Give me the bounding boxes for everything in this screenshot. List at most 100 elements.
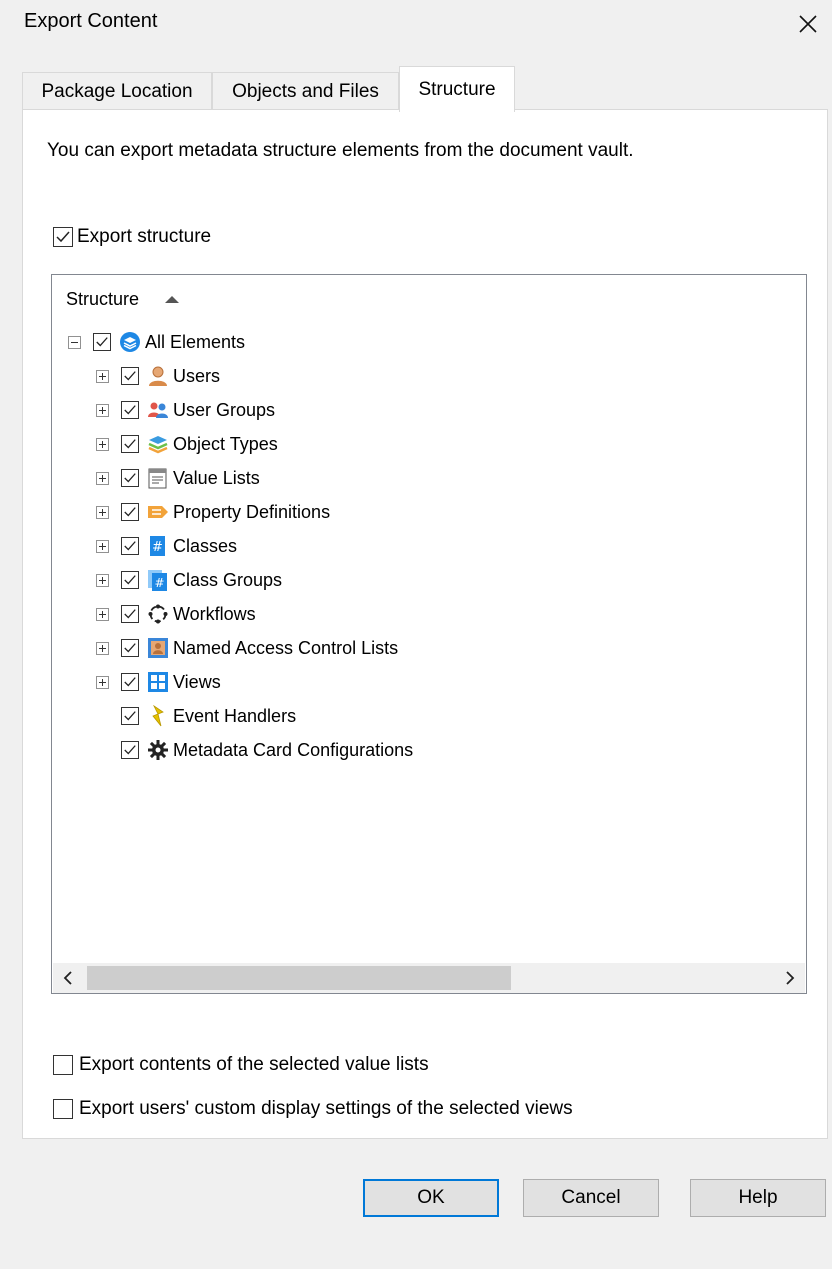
cancel-button[interactable]: Cancel [523,1179,659,1217]
expand-toggle[interactable] [96,573,109,587]
expand-toggle[interactable] [96,471,109,485]
ok-button[interactable]: OK [363,1179,499,1217]
tree-node-label: User Groups [173,399,276,420]
tree-item-users[interactable]: Users [96,361,220,391]
tree-node-label: Class Groups [173,569,283,590]
expand-toggle[interactable] [96,369,109,383]
tree-checkbox[interactable] [121,367,139,385]
checkmark-icon [124,575,136,585]
tree-node-label: Object Types [173,433,278,454]
checkmark-icon [124,677,136,687]
export-value-lists-checkbox[interactable]: Export contents of the selected value li… [53,1054,429,1076]
checkbox-box[interactable] [53,1055,73,1075]
checkbox-box[interactable] [53,1099,73,1119]
tab-package-location[interactable]: Package Location [22,72,212,110]
tree-node-label: Classes [173,535,238,556]
export-value-lists-label: Export contents of the selected value li… [79,1054,429,1075]
tree-node-label: Users [173,365,221,386]
tab-structure[interactable]: Structure [399,66,515,112]
tree-item-views[interactable]: Views [96,667,221,697]
chevron-left-icon [63,971,72,985]
export-custom-display-checkbox[interactable]: Export users' custom display settings of… [53,1098,573,1120]
tree-checkbox[interactable] [121,401,139,419]
expand-toggle[interactable] [96,505,109,519]
user-icon [147,365,169,387]
tab-label: Package Location [41,80,193,102]
tree-checkbox[interactable] [121,503,139,521]
checkmark-icon [124,609,136,619]
checkmark-icon [96,337,108,347]
acl-icon [147,637,169,659]
sort-ascending-icon [165,296,180,303]
checkmark-icon [124,371,136,381]
tree-item-value-lists[interactable]: Value Lists [96,463,260,493]
tree-item-object-types[interactable]: Object Types [96,429,278,459]
column-header-label: Structure [66,289,140,309]
help-button-label: Help [738,1187,778,1208]
tree-checkbox[interactable] [121,435,139,453]
tab-objects-and-files[interactable]: Objects and Files [212,72,399,110]
title-bar: Export Content [0,0,832,50]
window-title: Export Content [24,10,158,32]
user-group-icon [147,399,169,421]
close-button[interactable] [786,4,830,44]
cancel-button-label: Cancel [561,1187,621,1208]
tree-item-workflows[interactable]: Workflows [96,599,256,629]
tree-checkbox[interactable] [121,673,139,691]
svg-text:#: # [154,576,164,590]
tree-item-classes[interactable]: # Classes [96,531,237,561]
tree-node-label: Views [173,671,221,692]
checkmark-icon [124,507,136,517]
tree-checkbox[interactable] [121,469,139,487]
ok-button-label: OK [417,1187,445,1208]
expand-toggle[interactable] [96,641,109,655]
tree-checkbox[interactable] [121,537,139,555]
tab-label: Objects and Files [232,80,379,102]
close-icon [799,15,817,33]
horizontal-scrollbar[interactable] [53,963,805,993]
tree-node-label: All Elements [145,331,246,352]
collapse-toggle[interactable] [68,335,81,349]
tab-label: Structure [418,78,496,100]
structure-tree[interactable]: Structure All Elements Users User Groups… [51,274,807,994]
value-list-icon [147,467,169,489]
expand-toggle[interactable] [96,607,109,621]
tree-node-label: Metadata Card Configurations [173,739,414,760]
tree-checkbox[interactable] [121,605,139,623]
scroll-thumb[interactable] [87,966,511,990]
tree-item-named-acl[interactable]: Named Access Control Lists [96,633,398,663]
tree-node-label: Workflows [173,603,256,624]
svg-text:#: # [152,540,163,555]
tree-item-metadata-card-config[interactable]: Metadata Card Configurations [121,735,413,765]
tree-checkbox[interactable] [121,571,139,589]
scroll-right-button[interactable] [775,963,805,993]
checkmark-icon [124,745,136,755]
expand-toggle[interactable] [96,437,109,451]
help-button[interactable]: Help [690,1179,826,1217]
tree-checkbox[interactable] [121,639,139,657]
expand-toggle[interactable] [96,675,109,689]
tree-root-all-elements[interactable]: All Elements [68,327,245,357]
export-structure-label: Export structure [77,226,212,247]
tree-node-label: Value Lists [173,467,260,488]
checkbox-box[interactable] [53,227,73,247]
tree-checkbox[interactable] [93,333,111,351]
views-icon [147,671,169,693]
class-group-icon: # [147,569,169,591]
tree-checkbox[interactable] [121,741,139,759]
class-icon: # [147,535,169,557]
export-structure-checkbox[interactable]: Export structure [53,226,211,248]
tree-checkbox[interactable] [121,707,139,725]
tree-node-label: Property Definitions [173,501,331,522]
event-handler-icon [147,705,169,727]
tree-item-user-groups[interactable]: User Groups [96,395,275,425]
tree-item-event-handlers[interactable]: Event Handlers [121,701,296,731]
expand-toggle[interactable] [96,539,109,553]
checkmark-icon [56,231,70,243]
structure-column-header[interactable]: Structure [66,289,180,310]
structure-panel: You can export metadata structure elemen… [22,109,828,1139]
expand-toggle[interactable] [96,403,109,417]
scroll-left-button[interactable] [53,963,83,993]
tree-item-class-groups[interactable]: # Class Groups [96,565,282,595]
tree-item-property-definitions[interactable]: Property Definitions [96,497,330,527]
